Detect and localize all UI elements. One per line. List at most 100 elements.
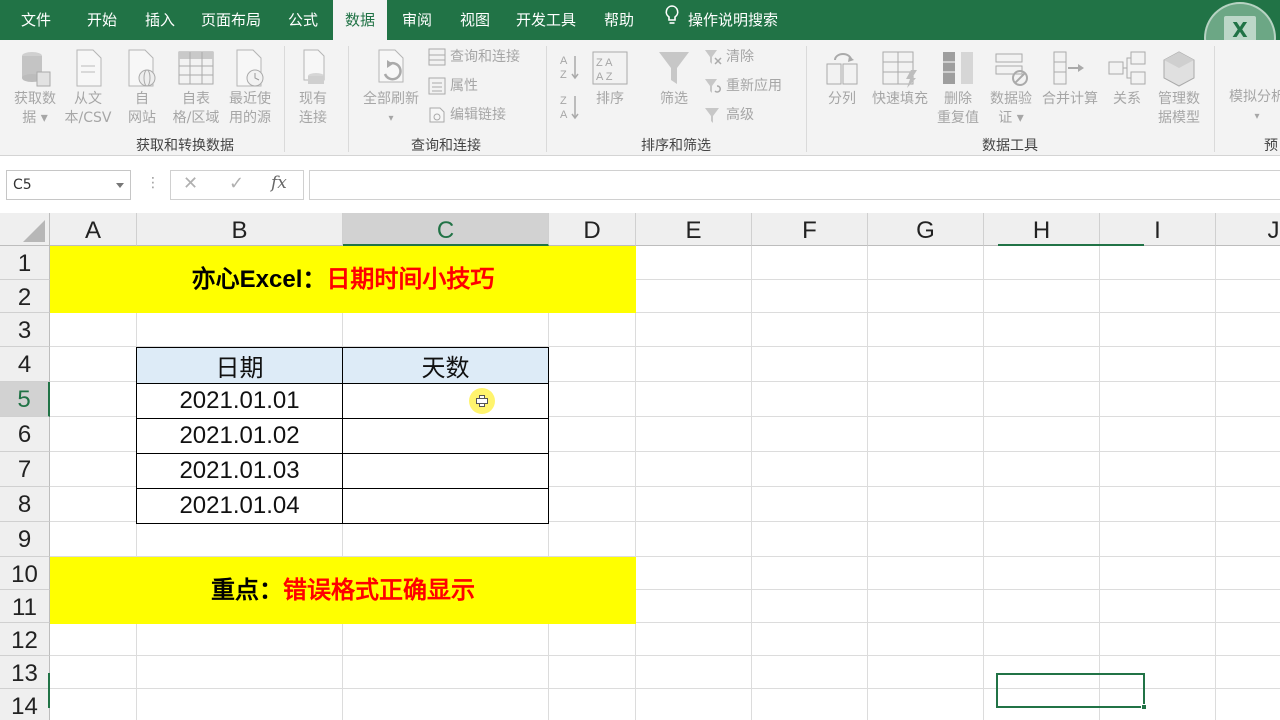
flash-fill-button[interactable]: 快速填充 (866, 48, 934, 109)
row-header-14[interactable]: 14 (0, 689, 50, 720)
tab-formulas[interactable]: 公式 (278, 0, 328, 40)
table-row: 2021.01.02 (136, 418, 549, 454)
properties-button[interactable]: 属性 (428, 75, 478, 97)
cancel-icon[interactable]: ✕ (183, 173, 198, 194)
reapply-button[interactable]: 重新应用 (704, 75, 782, 97)
formula-input[interactable] (309, 170, 1280, 200)
what-if-analysis-button[interactable]: 模拟分析 ▾ (1222, 88, 1280, 126)
row-header-12[interactable]: 12 (0, 623, 50, 656)
row-header-2[interactable]: 2 (0, 280, 50, 313)
from-table-button[interactable]: 自表 格/区域 (168, 48, 224, 128)
name-box[interactable]: C5 (6, 170, 131, 200)
row-header-10[interactable]: 10 (0, 557, 50, 590)
data-model-label2: 据模型 (1158, 110, 1200, 126)
relationships-button[interactable]: 关系 (1104, 48, 1150, 109)
consolidate-button[interactable]: 合并计算 (1038, 48, 1102, 109)
title-banner[interactable]: 亦心Excel：日期时间小技巧 (50, 246, 636, 313)
row-header-3[interactable]: 3 (0, 313, 50, 347)
date-cell[interactable]: 2021.01.01 (136, 383, 343, 419)
date-cell[interactable]: 2021.01.02 (136, 418, 343, 454)
days-cell[interactable] (342, 488, 549, 524)
filter-button[interactable]: 筛选 (652, 48, 696, 109)
recent-sources-button[interactable]: 最近使 用的源 (224, 48, 276, 128)
relations-label: 关系 (1113, 91, 1141, 107)
select-all-button[interactable] (0, 213, 50, 246)
validation-label2: 证 ▾ (998, 110, 1024, 126)
date-cell[interactable]: 2021.01.04 (136, 488, 343, 524)
header-days[interactable]: 天数 (342, 347, 549, 384)
connection-icon (303, 49, 325, 84)
reapply-icon (705, 79, 721, 93)
data-model-button[interactable]: 管理数 据模型 (1150, 48, 1208, 128)
group-get-transform: 获取和转换数据 (136, 138, 234, 154)
column-header-e[interactable]: E (636, 213, 752, 246)
note-banner[interactable]: 重点：错误格式正确显示 (50, 557, 636, 624)
column-header-g[interactable]: G (868, 213, 984, 246)
tell-me-search[interactable]: 操作说明搜索 (664, 0, 778, 40)
ribbon-separator (1214, 46, 1215, 152)
row-header-4[interactable]: 4 (0, 347, 50, 382)
from-text-csv-button[interactable]: 从文 本/CSV (60, 48, 116, 128)
ribbon-separator (806, 46, 807, 152)
column-header-c[interactable]: C (343, 213, 549, 246)
tab-data[interactable]: 数据 (333, 0, 387, 40)
clear-filter-button[interactable]: 清除 (704, 46, 754, 68)
advanced-filter-button[interactable]: 高级 (704, 104, 754, 126)
chevron-down-icon[interactable] (116, 183, 124, 188)
days-cell-selected[interactable] (342, 383, 549, 419)
formula-bar-grip[interactable]: ⋮ (146, 175, 160, 191)
tab-developer[interactable]: 开发工具 (508, 0, 584, 40)
sort-az-button[interactable]: AZ (556, 52, 586, 84)
tab-insert[interactable]: 插入 (130, 0, 190, 40)
row-header-7[interactable]: 7 (0, 452, 50, 487)
formula-tools: ✕ ✓ fx (170, 170, 304, 200)
row-header-11[interactable]: 11 (0, 590, 50, 623)
sort-za-button[interactable]: ZA (556, 92, 586, 124)
tab-review[interactable]: 审阅 (392, 0, 442, 40)
days-cell[interactable] (342, 418, 549, 454)
column-header-f[interactable]: F (752, 213, 868, 246)
selection-box[interactable] (996, 673, 1147, 710)
row-header-13[interactable]: 13 (0, 656, 50, 689)
column-header-d[interactable]: D (549, 213, 636, 246)
funnel-icon (659, 52, 689, 84)
days-cell[interactable] (342, 453, 549, 489)
tab-file[interactable]: 文件 (6, 0, 66, 40)
column-header-h[interactable]: H (984, 213, 1100, 246)
get-data-button[interactable]: 获取数 据 ▾ (6, 48, 64, 128)
enter-icon[interactable]: ✓ (229, 173, 244, 194)
row-header-9[interactable]: 9 (0, 522, 50, 557)
remove-duplicates-button[interactable]: 删除 重复值 (934, 48, 982, 128)
column-header-i[interactable]: I (1100, 213, 1216, 246)
fill-handle[interactable] (1141, 704, 1147, 710)
sort-button[interactable]: Z A A Z 排序 (590, 48, 630, 109)
reapply-label: 重新应用 (726, 78, 782, 94)
column-header-a[interactable]: A (50, 213, 137, 246)
from-web-button[interactable]: 自 网站 (120, 48, 164, 128)
properties-icon (428, 77, 446, 95)
remove-dup-label2: 重复值 (937, 110, 979, 126)
date-cell[interactable]: 2021.01.03 (136, 453, 343, 489)
row-header-6[interactable]: 6 (0, 417, 50, 452)
data-validation-button[interactable]: 数据验 证 ▾ (984, 48, 1038, 128)
row-header-5[interactable]: 5 (0, 382, 50, 417)
existing-connections-button[interactable]: 现有 连接 (290, 48, 336, 128)
worksheet-grid[interactable]: A B C D E F G H I J 1 2 3 4 5 6 7 8 9 10… (0, 213, 1280, 720)
header-date[interactable]: 日期 (136, 347, 343, 384)
column-header-b[interactable]: B (137, 213, 343, 246)
from-text-label1: 从文 (74, 91, 102, 107)
text-to-columns-button[interactable]: 分列 (818, 48, 866, 109)
recent-file-icon (236, 49, 264, 87)
tab-view[interactable]: 视图 (450, 0, 500, 40)
row-header-1[interactable]: 1 (0, 246, 50, 280)
queries-connections-button[interactable]: 查询和连接 (428, 46, 520, 68)
row-header-8[interactable]: 8 (0, 487, 50, 522)
column-header-j[interactable]: J (1216, 213, 1280, 246)
insert-function-icon[interactable]: fx (271, 173, 287, 193)
tab-home[interactable]: 开始 (72, 0, 132, 40)
refresh-all-button[interactable]: 全部刷新 ▾ (356, 48, 426, 128)
tab-page-layout[interactable]: 页面布局 (194, 0, 268, 40)
sort-descending-icon: ZA (560, 95, 579, 121)
edit-links-button[interactable]: 编辑链接 (428, 104, 506, 126)
tab-help[interactable]: 帮助 (594, 0, 644, 40)
